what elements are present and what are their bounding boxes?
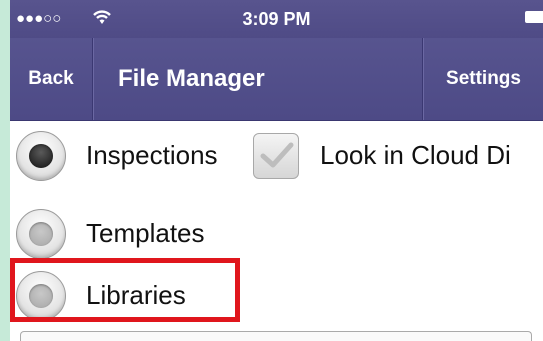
radio-dot <box>29 144 53 168</box>
screen: ●●●○○ 3:09 PM Back File Manager Settings… <box>0 0 543 341</box>
settings-button[interactable]: Settings <box>422 38 543 120</box>
option-templates[interactable]: Templates <box>10 203 543 263</box>
navigation-bar: Back File Manager Settings <box>10 38 543 121</box>
phone-screen: ●●●○○ 3:09 PM Back File Manager Settings… <box>10 0 543 341</box>
file-type-options: Inspections Look in Cloud Di Templates L… <box>10 121 543 341</box>
cloud-checkbox-label: Look in Cloud Di <box>320 139 511 170</box>
page-title: File Manager <box>118 65 265 92</box>
option-inspections[interactable]: Inspections Look in Cloud Di <box>10 125 543 185</box>
option-label: Templates <box>86 217 205 248</box>
status-bar: ●●●○○ 3:09 PM <box>10 0 543 38</box>
radio-templates[interactable] <box>16 209 66 259</box>
status-time: 3:09 PM <box>242 9 311 29</box>
option-label: Inspections <box>86 139 218 170</box>
radio-dot <box>29 222 53 246</box>
radio-inspections[interactable] <box>16 131 66 181</box>
battery-icon <box>525 11 543 23</box>
checkmark-icon <box>260 142 294 168</box>
file-list-field[interactable] <box>20 331 532 341</box>
cloud-checkbox[interactable] <box>253 133 299 179</box>
highlight-box <box>10 258 240 322</box>
back-button[interactable]: Back <box>10 38 93 120</box>
